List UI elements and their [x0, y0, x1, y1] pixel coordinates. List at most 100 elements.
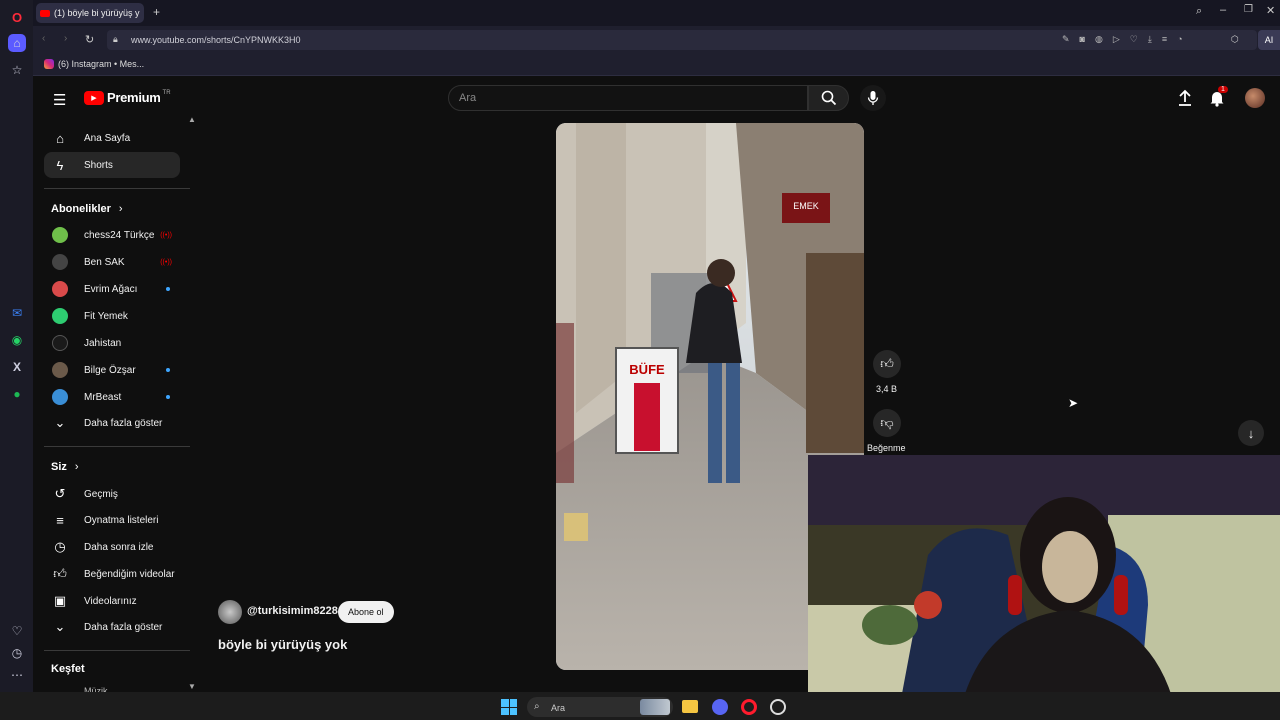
guide-item-label: Geçmiş [84, 488, 118, 500]
reload-icon[interactable]: ↻ [85, 33, 94, 46]
search-highlight-icon[interactable] [640, 699, 670, 715]
notification-badge: 1 [1218, 86, 1228, 93]
like-button[interactable]: 👍︎ [873, 350, 901, 378]
url-text[interactable]: www.youtube.com/shorts/CnYPNWKK3H0 [131, 35, 301, 45]
guide-scroll-up-icon[interactable]: ▲ [188, 115, 196, 124]
subscription-item[interactable]: MrBeast [44, 384, 180, 410]
windows-start-icon[interactable] [501, 699, 517, 715]
search-icon [821, 90, 836, 106]
guide-item-home[interactable]: ⌂ Ana Sayfa [44, 125, 180, 151]
next-short-button[interactable]: ↓ [1238, 420, 1264, 446]
channel-avatar [52, 362, 68, 378]
guide-scroll-down-icon[interactable]: ▼ [188, 682, 196, 691]
aria-ai-button[interactable]: AI [1258, 30, 1280, 50]
search-tabs-icon[interactable]: ⌕ [1196, 5, 1202, 18]
thumb-up-icon: 👍︎ [880, 356, 894, 371]
notifications-button[interactable]: 1 [1209, 86, 1228, 112]
guide-item-your-videos[interactable]: ▣ Videolarınız [44, 588, 180, 614]
menu-icon[interactable]: ≡ [1162, 34, 1167, 45]
guide-item-label: Daha sonra izle [84, 541, 154, 553]
forward-icon[interactable]: › [64, 33, 67, 44]
opera-logo-icon[interactable]: O [8, 8, 26, 26]
guide-menu-icon[interactable]: ☰ [53, 91, 66, 109]
profile-icon[interactable]: ◔ [1177, 34, 1182, 45]
discord-icon[interactable] [712, 699, 728, 715]
more-icon[interactable]: ⋯ [8, 666, 26, 684]
subscriptions-header[interactable]: Abonelikler › [51, 203, 123, 215]
youtube-play-icon: ▶ [84, 90, 104, 105]
dislike-button[interactable]: 👎︎ [873, 409, 901, 437]
live-icon: ((•)) [160, 258, 172, 266]
channel-name: Evrim Ağacı [84, 283, 138, 295]
youtube-logo[interactable]: ▶ Premium TR [84, 90, 171, 105]
heart-outline-icon[interactable]: ♡ [1130, 34, 1138, 45]
search-input[interactable] [448, 85, 808, 111]
subscription-item[interactable]: Jahistan [44, 330, 180, 356]
guide-item-liked-videos[interactable]: 👍︎ Beğendiğim videolar [44, 561, 180, 587]
x-icon[interactable]: X [8, 358, 26, 376]
home-icon[interactable]: ⌂ [8, 34, 26, 52]
guide-item-label: Beğendiğim videolar [84, 568, 175, 580]
new-content-dot [166, 395, 170, 399]
edit-icon[interactable]: ✎ [1062, 34, 1070, 45]
close-icon[interactable]: ✕ [1266, 4, 1275, 17]
minimize-icon[interactable]: – [1220, 4, 1226, 16]
you-header[interactable]: Siz › [51, 461, 79, 473]
voice-search-button[interactable] [860, 85, 886, 111]
opera-gx-icon[interactable] [741, 699, 757, 715]
messenger-icon[interactable]: ✉ [8, 304, 26, 322]
guide-item-shorts[interactable]: ϟ Shorts [44, 152, 180, 178]
search-button[interactable] [808, 85, 849, 111]
file-explorer-icon[interactable] [682, 700, 698, 713]
history-icon[interactable]: ◷ [8, 644, 26, 662]
guide-item-label: Oynatma listeleri [84, 514, 159, 526]
back-icon[interactable]: ‹ [42, 33, 45, 44]
avatar[interactable] [1245, 88, 1265, 108]
guide-item-watch-later[interactable]: ◷ Daha sonra izle [44, 534, 180, 560]
heart-icon[interactable]: ♡ [8, 622, 26, 640]
guide-item-history[interactable]: ↺ Geçmiş [44, 481, 180, 507]
download-icon[interactable]: ⤓ [1148, 34, 1152, 45]
upload-button[interactable] [1177, 89, 1193, 112]
subscription-item[interactable]: Bilge Özşar [44, 357, 180, 383]
lock-icon: 🔒︎ [113, 34, 118, 44]
you-show-more[interactable]: ⌄ Daha fazla göster [44, 614, 180, 640]
microphone-icon [867, 91, 879, 105]
camera-icon[interactable]: ◙ [1080, 34, 1085, 45]
subscriptions-show-more[interactable]: ⌄ Daha fazla göster [44, 410, 180, 436]
extension-icon[interactable]: ⬡ [1231, 34, 1239, 45]
subscribe-button[interactable]: Abone ol [338, 601, 394, 623]
star-icon[interactable]: ☆ [8, 61, 26, 79]
subscription-item[interactable]: chess24 Türkçe ((•)) [44, 222, 180, 248]
channel-handle[interactable]: @turkisimim8228 [247, 605, 338, 617]
subscription-item[interactable]: Evrim Ağacı [44, 276, 180, 302]
address-actions: ✎ ◙ ◍ ▷ ♡ ⤓ ≡ ◔ [1062, 34, 1183, 45]
spotify-icon[interactable]: ● [8, 385, 26, 403]
you-title: Siz [51, 461, 67, 473]
whatsapp-icon[interactable]: ◉ [8, 331, 26, 349]
clock-icon: ◷ [54, 539, 66, 554]
channel-avatar[interactable] [218, 600, 242, 624]
subscription-item[interactable]: Ben SAK ((•)) [44, 249, 180, 275]
subscriptions-title: Abonelikler [51, 203, 111, 215]
tab-youtube[interactable]: (1) böyle bi yürüyüş y [36, 3, 144, 23]
shorts-icon: ϟ [56, 157, 64, 173]
thumb-down-icon: 👎︎ [880, 415, 894, 430]
new-tab-button[interactable]: + [153, 5, 160, 19]
play-icon[interactable]: ▷ [1113, 34, 1120, 45]
bufe-sign: BÜFE [629, 362, 665, 377]
subscription-item[interactable]: Fit Yemek [44, 303, 180, 329]
maximize-icon[interactable]: ❐ [1244, 4, 1253, 15]
bookmark-instagram[interactable]: (6) Instagram • Mes... [44, 59, 144, 69]
chevron-down-icon: ⌄ [54, 415, 66, 430]
settings-icon[interactable] [770, 699, 786, 715]
chevron-right-icon: › [118, 203, 123, 215]
guide-item-playlists[interactable]: ≡ Oynatma listeleri [44, 507, 180, 533]
chevron-right-icon: › [74, 461, 79, 473]
shield-icon[interactable]: ◍ [1095, 34, 1103, 45]
arrow-down-icon: ↓ [1247, 425, 1255, 441]
shop-sign: EMEK [793, 201, 819, 211]
tab-bar [33, 0, 1280, 26]
video-icon: ▣ [53, 593, 67, 608]
instagram-icon [44, 59, 54, 69]
